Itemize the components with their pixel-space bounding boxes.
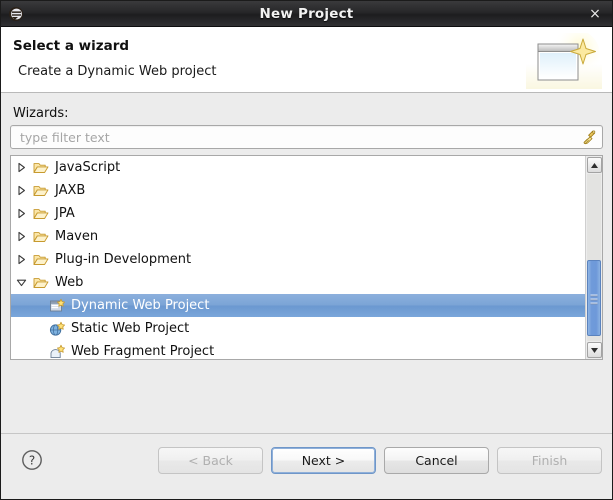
wizard-body: Wizards: JavaScript JAXB JPA Maven Plug-in D… xyxy=(1,93,612,433)
broom-clear-icon[interactable] xyxy=(581,129,598,146)
page-subtitle: Create a Dynamic Web project xyxy=(18,64,217,79)
tree-item-label: Web xyxy=(55,275,84,290)
scrollbar-grip-icon xyxy=(590,294,598,305)
close-icon[interactable]: × xyxy=(586,5,604,23)
window-title: New Project xyxy=(259,5,354,22)
tree-item-label: Web Fragment Project xyxy=(71,344,215,359)
tree-item-label: Plug-in Development xyxy=(55,252,192,267)
finish-button: Finish xyxy=(497,447,602,474)
chevron-right-icon[interactable] xyxy=(11,162,31,173)
tree-item-maven[interactable]: Maven xyxy=(11,225,585,248)
dynamic-web-project-icon xyxy=(47,298,67,314)
scrollbar-thumb[interactable] xyxy=(587,260,601,336)
new-project-wizard-icon xyxy=(526,29,602,89)
folder-icon xyxy=(31,252,51,268)
chevron-right-icon[interactable] xyxy=(11,208,31,219)
back-button: < Back xyxy=(158,447,263,474)
tree-item-label: Static Web Project xyxy=(71,321,190,336)
search-input[interactable] xyxy=(18,126,576,150)
help-question-icon[interactable]: ? xyxy=(21,449,43,471)
tree-item-label: JavaScript xyxy=(55,160,121,175)
tree-scrollbar[interactable] xyxy=(585,156,602,359)
folder-icon xyxy=(31,206,51,222)
folder-icon xyxy=(31,229,51,245)
eclipse-menu-icon[interactable] xyxy=(8,6,24,22)
scroll-up-icon[interactable] xyxy=(587,157,602,173)
tree-item-label: JPA xyxy=(55,206,75,221)
web-fragment-project-icon xyxy=(47,344,67,360)
folder-icon xyxy=(31,183,51,199)
chevron-right-icon[interactable] xyxy=(11,231,31,242)
tree-list[interactable]: JavaScript JAXB JPA Maven Plug-in Developmen… xyxy=(11,156,585,359)
scroll-down-icon[interactable] xyxy=(587,342,602,358)
title-bar: New Project × xyxy=(1,1,612,27)
tree-item-javascript[interactable]: JavaScript xyxy=(11,156,585,179)
svg-text:?: ? xyxy=(29,454,35,468)
tree-item-web[interactable]: Web xyxy=(11,271,585,294)
tree-item-label: Dynamic Web Project xyxy=(71,298,210,313)
folder-icon xyxy=(31,275,51,291)
wizard-header: Select a wizard Create a Dynamic Web pro… xyxy=(1,27,612,93)
tree-item-label: Maven xyxy=(55,229,99,244)
tree-item-dynamic-web-project[interactable]: Dynamic Web Project xyxy=(11,294,585,317)
static-web-project-icon xyxy=(47,321,67,337)
tree-item-web-fragment-project[interactable]: Web Fragment Project xyxy=(11,340,585,359)
dialog-buttons: < Back Next > Cancel Finish xyxy=(158,447,602,474)
next-button[interactable]: Next > xyxy=(271,447,376,474)
page-title: Select a wizard xyxy=(13,38,130,54)
tree-item-static-web-project[interactable]: Static Web Project xyxy=(11,317,585,340)
tree-item-jpa[interactable]: JPA xyxy=(11,202,585,225)
chevron-right-icon[interactable] xyxy=(11,254,31,265)
tree-item-jaxb[interactable]: JAXB xyxy=(11,179,585,202)
wizard-tree[interactable]: JavaScript JAXB JPA Maven Plug-in Developmen… xyxy=(10,155,603,360)
tree-item-label: JAXB xyxy=(55,183,86,198)
tree-item-plug-in-development[interactable]: Plug-in Development xyxy=(11,248,585,271)
cancel-button[interactable]: Cancel xyxy=(384,447,489,474)
chevron-down-icon[interactable] xyxy=(11,277,31,288)
new-project-dialog: New Project × Select a wizard Create a D… xyxy=(0,0,613,500)
scrollbar-track[interactable] xyxy=(587,174,601,341)
filter-field[interactable] xyxy=(10,125,603,150)
wizards-label: Wizards: xyxy=(13,106,69,121)
folder-icon xyxy=(31,160,51,176)
chevron-right-icon[interactable] xyxy=(11,185,31,196)
dialog-footer: ? < Back Next > Cancel Finish xyxy=(1,433,612,498)
